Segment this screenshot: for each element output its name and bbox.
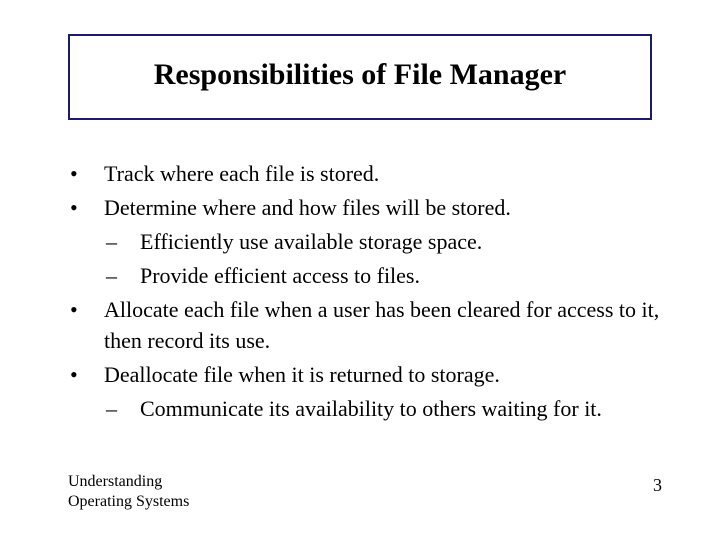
bullet-icon: • <box>68 192 104 224</box>
bullet-icon: • <box>68 158 104 190</box>
slide-title: Responsibilities of File Manager <box>80 58 640 92</box>
content-list: • Track where each file is stored. • Det… <box>68 158 668 427</box>
list-item: • Deallocate file when it is returned to… <box>68 359 668 391</box>
sub-list-item-text: Efficiently use available storage space. <box>140 226 668 258</box>
list-item: • Allocate each file when a user has bee… <box>68 294 668 358</box>
list-item: • Determine where and how files will be … <box>68 192 668 224</box>
list-item: • Track where each file is stored. <box>68 158 668 190</box>
footer-line-2: Operating Systems <box>68 492 189 512</box>
dash-icon: – <box>104 260 140 292</box>
sub-list-item: – Efficiently use available storage spac… <box>68 226 668 258</box>
footer-line-1: Understanding <box>68 472 189 492</box>
page-number: 3 <box>653 475 662 496</box>
sub-list-item-text: Communicate its availability to others w… <box>140 393 668 425</box>
list-item-text: Determine where and how files will be st… <box>104 192 668 224</box>
sub-list-item: – Provide efficient access to files. <box>68 260 668 292</box>
list-item-text: Track where each file is stored. <box>104 158 668 190</box>
dash-icon: – <box>104 226 140 258</box>
list-item-text: Allocate each file when a user has been … <box>104 294 668 358</box>
bullet-icon: • <box>68 294 104 358</box>
sub-list-item: – Communicate its availability to others… <box>68 393 668 425</box>
sub-list-item-text: Provide efficient access to files. <box>140 260 668 292</box>
bullet-icon: • <box>68 359 104 391</box>
list-item-text: Deallocate file when it is returned to s… <box>104 359 668 391</box>
dash-icon: – <box>104 393 140 425</box>
footer-source: Understanding Operating Systems <box>68 472 189 512</box>
title-box: Responsibilities of File Manager <box>68 34 652 120</box>
